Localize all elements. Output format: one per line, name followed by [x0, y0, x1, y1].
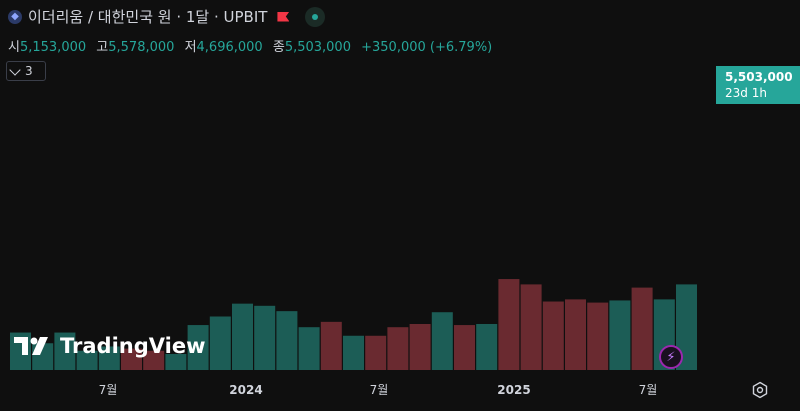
- volume-bar: [276, 311, 298, 370]
- indicator-count: 3: [25, 64, 33, 78]
- volume-bar: [254, 305, 276, 370]
- x-axis-label: 7월: [370, 383, 389, 397]
- volume-bar: [232, 303, 253, 370]
- market-status-icon[interactable]: [305, 6, 326, 27]
- volume-bar: [365, 335, 387, 370]
- lightning-icon[interactable]: ⚡: [659, 345, 683, 369]
- x-axis-label: 7월: [639, 383, 658, 397]
- volume-bar: [298, 327, 320, 370]
- volume-bar: [343, 335, 364, 370]
- low-key: 저: [184, 40, 197, 55]
- volume-bar: [431, 312, 453, 370]
- volume-bar: [631, 287, 653, 370]
- volume-bar: [587, 302, 609, 370]
- close-value: 5,503,000: [284, 40, 351, 55]
- tradingview-logo-text: TradingView: [60, 334, 206, 358]
- open-value: 5,153,000: [19, 40, 87, 55]
- change-value: +350,000 (+6.79%): [361, 40, 493, 55]
- x-axis-label: 2025: [497, 383, 530, 397]
- volume-bar: [409, 323, 431, 370]
- indicator-toggle-button[interactable]: 3: [6, 61, 46, 81]
- volume-bar: [454, 325, 475, 370]
- high-value: 5,578,000: [108, 40, 175, 55]
- x-axis-label: 7월: [99, 383, 118, 397]
- flag-icon[interactable]: [277, 11, 290, 22]
- high-key: 고: [96, 40, 109, 55]
- last-price: 5,503,000: [725, 70, 793, 84]
- volume-bar: [320, 321, 342, 370]
- close-key: 종: [272, 40, 285, 55]
- ethereum-icon: ◆: [8, 9, 22, 24]
- ohlc-legend: 시5,153,000 고5,578,000 저4,696,000 종5,503,…: [8, 36, 492, 55]
- tradingview-logo[interactable]: TradingView: [14, 334, 205, 358]
- volume-bar: [542, 301, 564, 370]
- tradingview-logo-icon: [14, 337, 48, 355]
- volume-bar: [387, 327, 409, 370]
- symbol-title: 이더리움 / 대한민국 원 · 1달 · UPBIT: [28, 8, 268, 26]
- volume-bar: [498, 279, 520, 370]
- volume-bar: [565, 299, 586, 370]
- bar-countdown: 23d 1h: [725, 86, 767, 100]
- x-axis-label: 2024: [229, 383, 262, 397]
- volume-bar: [520, 284, 542, 370]
- low-value: 4,696,000: [196, 40, 263, 55]
- volume-bar: [476, 323, 498, 370]
- volume-bar: [609, 300, 631, 370]
- last-price-tag: 5,503,000 23d 1h: [716, 66, 800, 104]
- symbol-header[interactable]: ◆ 이더리움 / 대한민국 원 · 1달 · UPBIT: [8, 6, 326, 27]
- chevron-down-icon: [9, 63, 21, 76]
- gear-icon[interactable]: [751, 381, 769, 399]
- volume-bar: [209, 316, 231, 370]
- open-key: 시: [8, 40, 20, 55]
